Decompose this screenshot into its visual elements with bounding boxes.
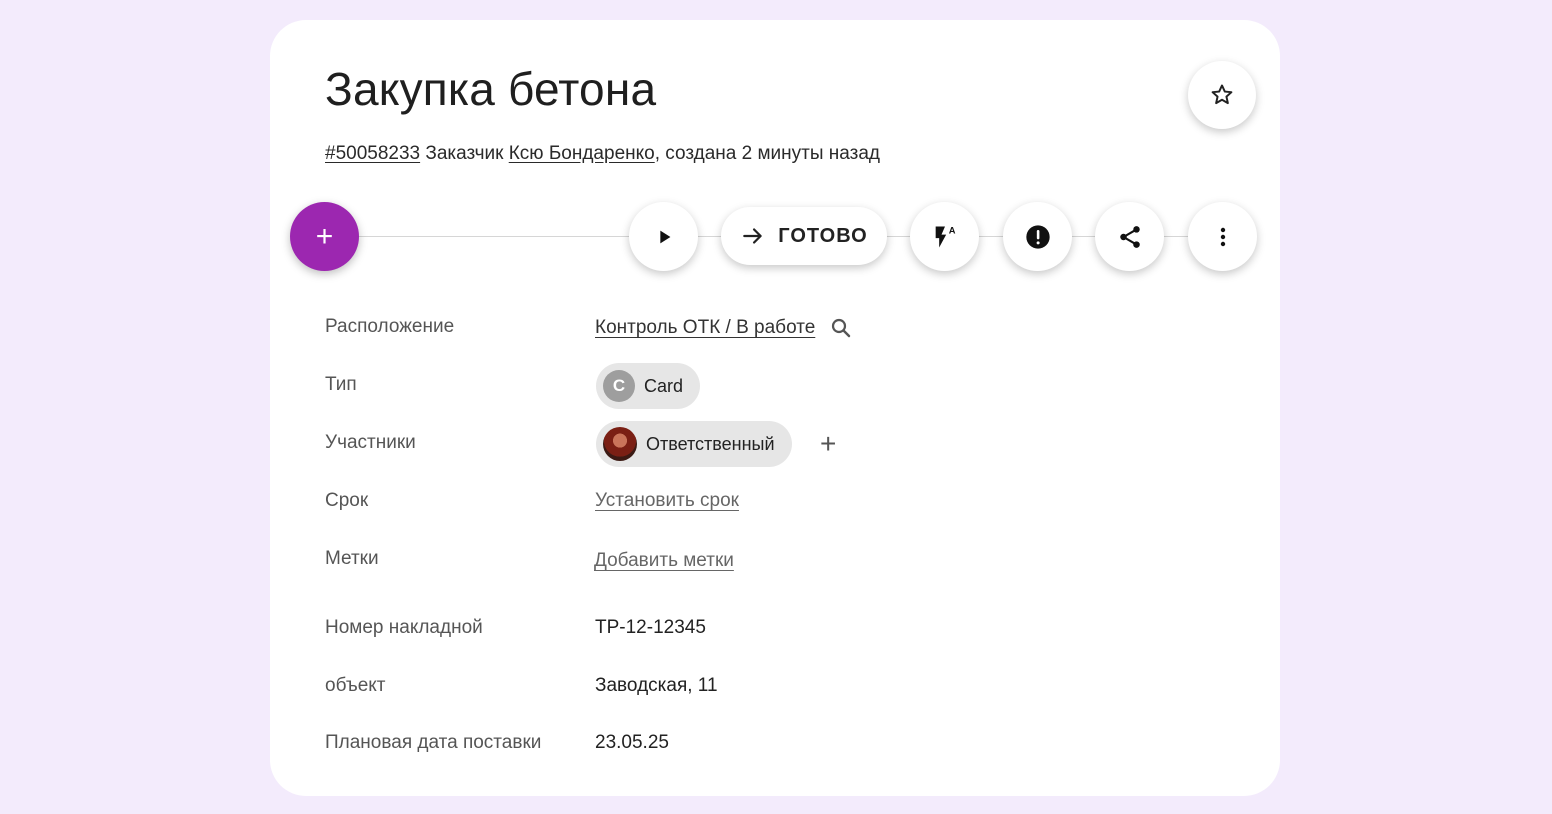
type-label: Тип — [325, 374, 357, 395]
done-button[interactable]: ГОТОВО — [721, 207, 887, 265]
invoice-value: ТР-12-12345 — [595, 617, 706, 638]
share-icon — [1117, 224, 1143, 250]
tags-label: Метки — [325, 548, 379, 569]
more-button[interactable] — [1188, 202, 1257, 271]
add-participant-button[interactable]: + — [820, 428, 836, 460]
add-tags-link[interactable]: Добавить метки — [594, 550, 734, 572]
created-text: , создана 2 минуты назад — [654, 143, 880, 164]
set-deadline-link[interactable]: Установить срок — [595, 490, 739, 512]
type-chip-label: Card — [644, 375, 684, 396]
customer-link[interactable]: Ксю Бондаренко — [509, 143, 655, 164]
task-id-link[interactable]: #50058233 — [325, 143, 420, 164]
automation-button[interactable]: A — [910, 202, 979, 271]
task-card: Закупка бетона #50058233 Заказчик Ксю Бо… — [270, 20, 1280, 796]
more-vert-icon — [1211, 225, 1235, 249]
customer-prefix: Заказчик — [425, 143, 504, 164]
task-meta: #50058233 Заказчик Ксю Бондаренко, созда… — [325, 143, 880, 165]
add-button[interactable]: + — [290, 202, 359, 271]
alert-circle-icon — [1024, 223, 1052, 251]
participant-chip-label: Ответственный — [646, 433, 775, 454]
svg-text:A: A — [948, 225, 955, 235]
type-chip-avatar: C — [603, 370, 635, 402]
delivery-date-value: 23.05.25 — [595, 732, 669, 753]
deadline-label: Срок — [325, 490, 369, 511]
priority-button[interactable] — [1003, 202, 1072, 271]
type-chip[interactable]: C Card — [596, 363, 701, 409]
object-value: Заводская, 11 — [595, 675, 718, 696]
favorite-button[interactable] — [1188, 61, 1256, 129]
location-value: Контроль ОТК / В работе — [595, 316, 853, 340]
search-icon[interactable] — [829, 316, 853, 340]
delivery-date-label: Плановая дата поставки — [325, 732, 542, 753]
participants-label: Участники — [325, 432, 416, 453]
plus-icon: + — [315, 219, 334, 253]
avatar — [603, 427, 637, 461]
object-label: объект — [325, 675, 386, 696]
location-link[interactable]: Контроль ОТК / В работе — [595, 317, 815, 339]
start-button[interactable] — [629, 202, 698, 271]
arrow-right-icon — [740, 223, 766, 249]
done-label: ГОТОВО — [778, 224, 868, 247]
flash-auto-icon: A — [931, 223, 959, 251]
page-title: Закупка бетона — [325, 63, 657, 115]
star-outline-icon — [1209, 82, 1235, 108]
invoice-label: Номер накладной — [325, 617, 483, 638]
participant-chip[interactable]: Ответственный — [596, 421, 792, 467]
share-button[interactable] — [1095, 202, 1164, 271]
location-label: Расположение — [325, 316, 455, 337]
play-icon — [653, 226, 675, 248]
